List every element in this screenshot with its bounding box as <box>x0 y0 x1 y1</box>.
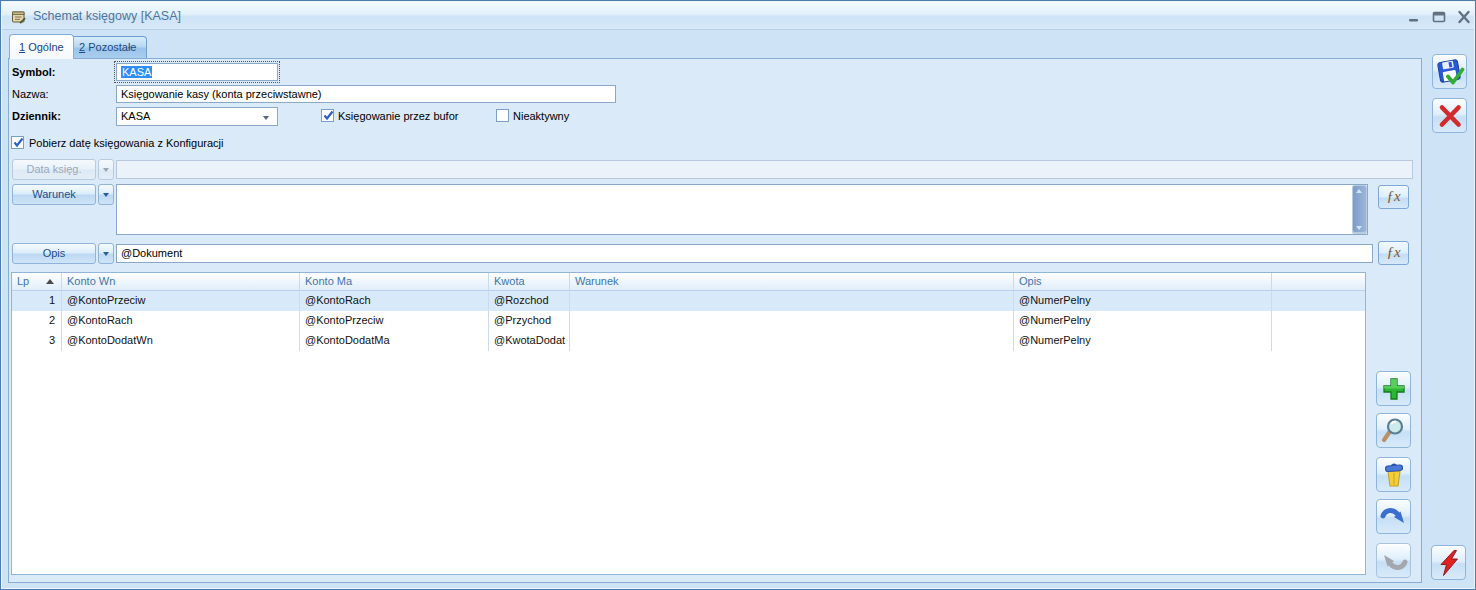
nazwa-input[interactable]: Księgowanie kasy (konta przeciwstawne) <box>116 85 616 103</box>
scroll-up-icon <box>1356 189 1362 193</box>
opis-button[interactable]: Opis <box>12 243 96 264</box>
cancel-x-icon <box>1435 101 1465 131</box>
cell-lp[interactable]: 1 <box>12 291 62 311</box>
chevron-down-icon <box>263 116 269 120</box>
symbol-input[interactable]: KASA <box>116 63 278 81</box>
window-title: Schemat księgowy [KASA] <box>33 2 181 30</box>
data-ksieg-button: Data księg. <box>12 159 96 180</box>
column-header-warunek[interactable]: Warunek <box>570 273 1014 290</box>
chevron-down-icon <box>103 168 109 172</box>
column-header-kwota[interactable]: Kwota <box>489 273 570 290</box>
tab-pozostale[interactable]: 2 Pozostałe <box>69 36 147 58</box>
column-header-filler <box>1272 273 1365 290</box>
pobierz-date-checkbox[interactable] <box>11 136 24 149</box>
pobierz-date-checkbox-label: Pobierz datę księgowania z Konfiguracji <box>29 137 223 149</box>
arrow-down-blue-icon <box>1379 502 1409 532</box>
opis-dropdown-button[interactable] <box>98 243 114 264</box>
symbol-label: Symbol: <box>12 66 55 78</box>
dziennik-combobox[interactable]: KASA <box>116 107 278 126</box>
sort-ascending-icon <box>46 279 54 284</box>
check-icon <box>322 109 335 122</box>
warunek-button[interactable]: Warunek <box>12 184 96 205</box>
cell-warunek[interactable] <box>570 331 1014 351</box>
table-row[interactable]: 2 @KontoRach @KontoPrzeciw @Przychod @Nu… <box>12 311 1365 331</box>
advanced-button[interactable] <box>1431 545 1466 580</box>
nazwa-label: Nazwa: <box>12 88 49 100</box>
data-ksieg-dropdown-button <box>98 159 114 180</box>
cell-warunek[interactable] <box>570 311 1014 331</box>
maximize-button[interactable] <box>1431 10 1447 24</box>
nieaktywny-checkbox[interactable] <box>496 109 509 122</box>
warunek-textarea[interactable] <box>116 184 1368 235</box>
scroll-down-icon <box>1356 226 1362 230</box>
cell-konto-wn[interactable]: @KontoRach <box>62 311 300 331</box>
move-down-button[interactable] <box>1376 499 1411 534</box>
arrow-up-gray-icon <box>1379 546 1409 576</box>
bufor-checkbox-label: Księgowanie przez bufor <box>338 110 458 122</box>
chevron-down-icon <box>103 252 109 256</box>
warunek-fx-button[interactable]: ƒx <box>1378 185 1409 209</box>
minimize-button[interactable] <box>1406 10 1422 24</box>
magnifier-icon <box>1379 416 1409 446</box>
opis-input[interactable]: @Dokument <box>116 244 1373 263</box>
cell-opis[interactable]: @NumerPelny <box>1014 311 1272 331</box>
cell-lp[interactable]: 2 <box>12 311 62 331</box>
table-header: Lp Konto Wn Konto Ma Kwota Warunek Opis <box>12 273 1365 291</box>
table-row[interactable]: 3 @KontoDodatWn @KontoDodatMa @KwotaDoda… <box>12 331 1365 351</box>
cell-kwota[interactable]: @KwotaDodat <box>489 331 570 351</box>
warunek-dropdown-button[interactable] <box>98 184 114 205</box>
cell-konto-wn[interactable]: @KontoDodatWn <box>62 331 300 351</box>
save-icon <box>1435 57 1465 87</box>
check-icon <box>12 136 25 149</box>
cell-warunek[interactable] <box>570 291 1014 311</box>
cell-filler <box>1272 291 1365 311</box>
cell-konto-ma[interactable]: @KontoRach <box>300 291 489 311</box>
column-header-lp[interactable]: Lp <box>12 273 62 290</box>
opis-fx-button[interactable]: ƒx <box>1378 241 1409 265</box>
cell-opis[interactable]: @NumerPelny <box>1014 331 1272 351</box>
add-button[interactable] <box>1376 371 1411 406</box>
data-ksieg-input <box>116 160 1413 179</box>
cell-konto-wn[interactable]: @KontoPrzeciw <box>62 291 300 311</box>
close-button[interactable] <box>1456 10 1472 24</box>
title-bar[interactable]: Schemat księgowy [KASA] <box>2 2 1474 30</box>
edit-button[interactable] <box>1376 413 1411 448</box>
column-header-konto-wn[interactable]: Konto Wn <box>62 273 300 290</box>
chevron-down-icon <box>103 193 109 197</box>
move-up-button[interactable] <box>1376 543 1411 578</box>
dziennik-label: Dziennik: <box>12 110 61 122</box>
cell-lp[interactable]: 3 <box>12 331 62 351</box>
ledger-icon <box>11 9 26 24</box>
cell-opis[interactable]: @NumerPelny <box>1014 291 1272 311</box>
bufor-checkbox[interactable] <box>321 109 334 122</box>
cancel-button[interactable] <box>1432 98 1467 133</box>
tab-ogolne[interactable]: 1 Ogólne <box>9 34 74 59</box>
positions-table: Lp Konto Wn Konto Ma Kwota Warunek Opis … <box>11 272 1366 575</box>
trash-icon <box>1379 460 1409 490</box>
save-button[interactable] <box>1432 54 1467 89</box>
delete-button[interactable] <box>1376 457 1411 492</box>
cell-kwota[interactable]: @Przychod <box>489 311 570 331</box>
column-header-konto-ma[interactable]: Konto Ma <box>300 273 489 290</box>
cell-filler <box>1272 311 1365 331</box>
cell-konto-ma[interactable]: @KontoDodatMa <box>300 331 489 351</box>
column-header-opis[interactable]: Opis <box>1014 273 1272 290</box>
cell-filler <box>1272 331 1365 351</box>
cell-konto-ma[interactable]: @KontoPrzeciw <box>300 311 489 331</box>
cell-kwota[interactable]: @Rozchod <box>489 291 570 311</box>
dialog-window: Schemat księgowy [KASA] 1 Ogólne 2 Pozos… <box>0 0 1476 590</box>
warunek-scrollbar[interactable] <box>1352 185 1367 234</box>
plus-icon <box>1379 374 1409 404</box>
nieaktywny-checkbox-label: Nieaktywny <box>513 110 569 122</box>
table-row[interactable]: 1 @KontoPrzeciw @KontoRach @Rozchod @Num… <box>12 291 1365 311</box>
lightning-icon <box>1434 548 1464 578</box>
